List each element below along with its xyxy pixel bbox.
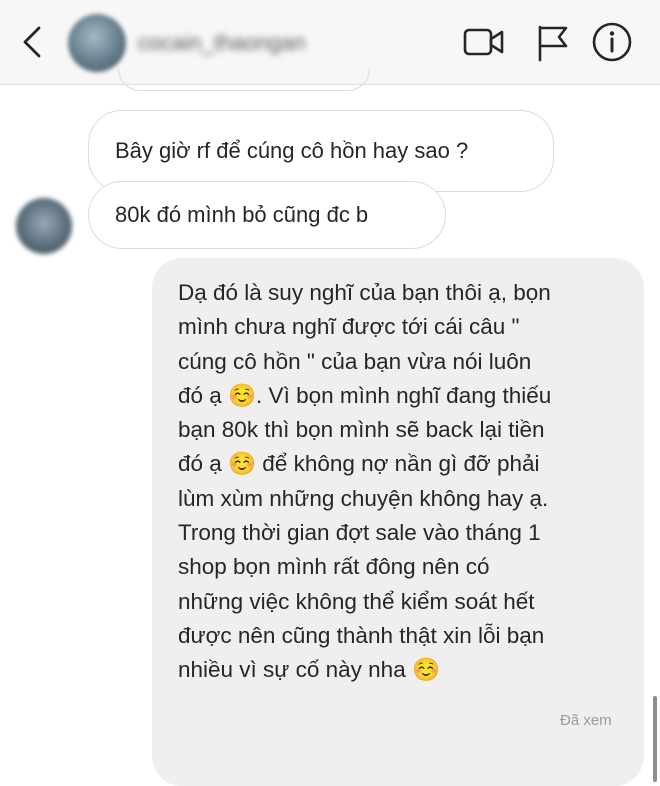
message-line: đó ạ ☺️. Vì bọn mình nghĩ đang thiếu	[178, 382, 552, 408]
video-call-icon[interactable]	[462, 20, 506, 64]
message-text: Bây giờ rf để cúng cô hồn hay sao ?	[115, 138, 469, 163]
message-text: 80k đó mình bỏ cũng đc b	[115, 202, 369, 227]
username[interactable]: cocain_thaongan	[138, 30, 306, 56]
incoming-message[interactable]: 80k đó mình bỏ cũng đc b	[88, 181, 446, 249]
message-line: những việc không thể kiểm soát hết	[178, 588, 535, 614]
incoming-message[interactable]: Bây giờ rf để cúng cô hồn hay sao ?	[88, 110, 554, 192]
message-line: Dạ đó là suy nghĩ của bạn thôi ạ, bọn	[178, 280, 551, 305]
message-line: Trong thời gian đợt sale vào tháng 1	[178, 520, 541, 546]
previous-message-bubble	[118, 68, 370, 91]
message-line: lùm xùm những chuyện không hay ạ.	[178, 485, 549, 511]
message-line: đó ạ ☺️ để không nợ nần gì đỡ phải	[178, 451, 540, 477]
sender-avatar[interactable]	[16, 198, 72, 254]
flag-icon[interactable]	[532, 20, 576, 64]
message-thread[interactable]: Bây giờ rf để cúng cô hồn hay sao ? 80k …	[0, 68, 660, 786]
message-line: bạn 80k thì bọn mình sẽ back lại tiền	[178, 417, 545, 443]
message-line: shop bọn mình rất đông nên có	[178, 554, 490, 580]
avatar[interactable]	[68, 14, 126, 72]
seen-status: Đã xem	[560, 712, 612, 729]
scrollbar[interactable]	[653, 696, 657, 782]
message-line: được nên cũng thành thật xin lỗi bạn	[178, 622, 545, 648]
message-line: mình chưa nghĩ được tới cái câu "	[178, 314, 520, 340]
message-line: cúng cô hồn " của bạn vừa nói luôn	[178, 348, 532, 374]
message-line: nhiều vì sự cố này nha ☺️	[178, 657, 440, 683]
back-arrow-icon[interactable]	[14, 22, 54, 62]
outgoing-message[interactable]: Dạ đó là suy nghĩ của bạn thôi ạ, bọn mì…	[152, 258, 644, 786]
info-icon[interactable]	[590, 20, 634, 64]
